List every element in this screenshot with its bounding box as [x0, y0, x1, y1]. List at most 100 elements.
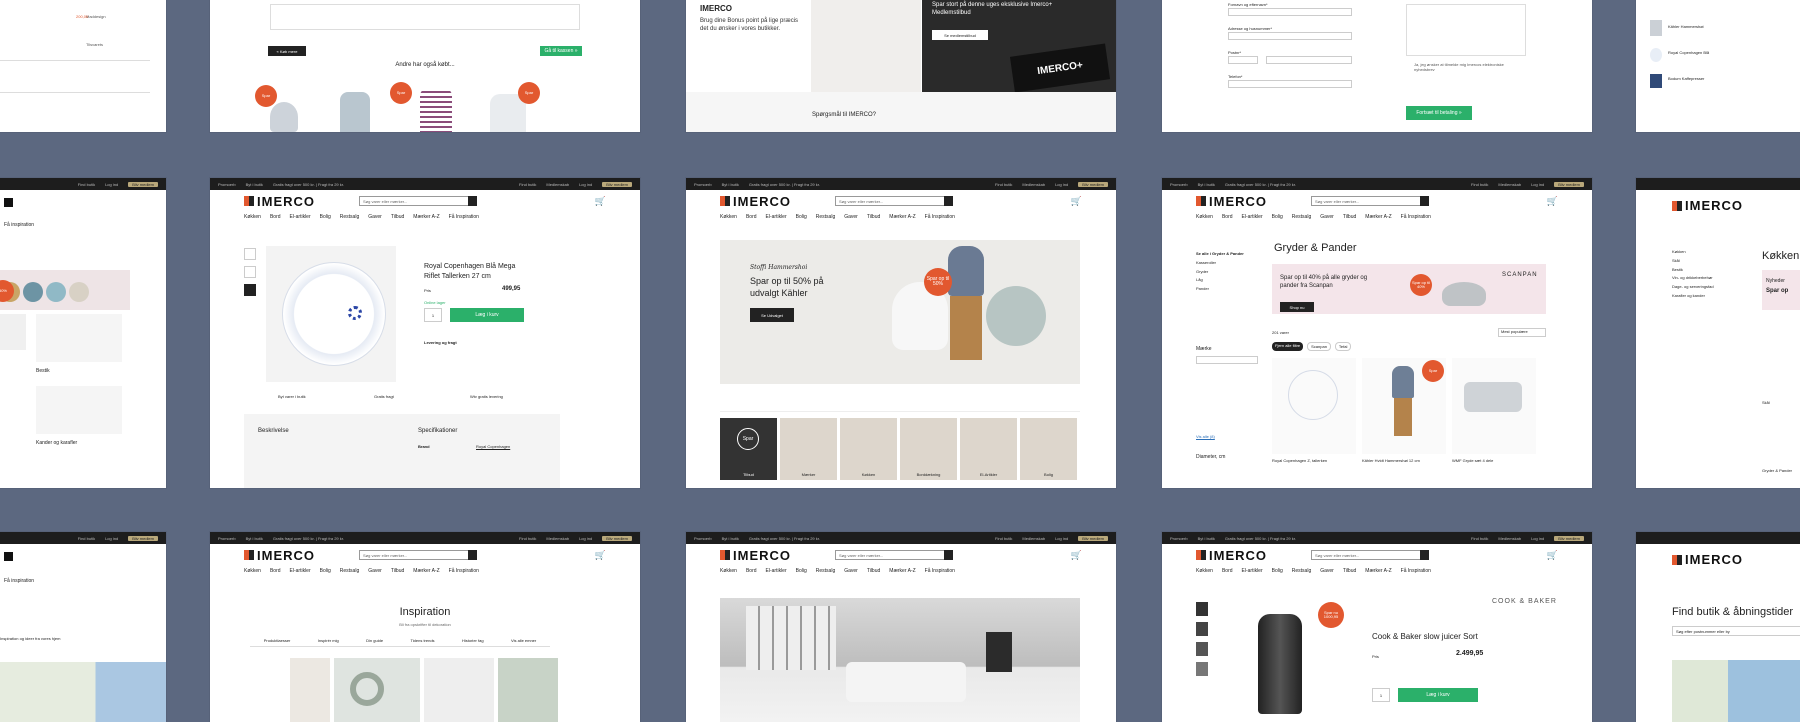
category-label[interactable]: Kander og karafler: [36, 440, 77, 446]
nav-item[interactable]: Få Inspiration: [449, 214, 479, 220]
nav-item[interactable]: Bolig: [320, 568, 331, 574]
tab[interactable]: Tidens trends: [410, 638, 434, 643]
nav-item[interactable]: Tilbud: [1343, 568, 1356, 574]
nav-item[interactable]: Mærker A-Z: [1365, 568, 1391, 574]
offer-button[interactable]: Se medlemstilbud: [932, 30, 988, 40]
banner-button[interactable]: Shop nu: [1280, 302, 1314, 312]
search-input[interactable]: Søg varer eller mærker...: [359, 196, 477, 206]
quantity-stepper[interactable]: 1: [1372, 688, 1390, 702]
category-tile[interactable]: Mærker: [780, 418, 837, 480]
nav-item[interactable]: Restsalg: [1292, 214, 1311, 220]
spec-value[interactable]: Royal Copenhagen: [476, 444, 510, 449]
nav-item[interactable]: Bord: [746, 214, 757, 220]
nav-item[interactable]: Bord: [1222, 568, 1233, 574]
nav-item[interactable]: Tilbud: [391, 568, 404, 574]
nav-item[interactable]: El-artikler: [290, 214, 311, 220]
tab[interactable]: Din guide: [366, 638, 383, 643]
product-name[interactable]: Kähler Hvidt Hammershøi 12 cm: [1362, 458, 1446, 463]
nav-item[interactable]: Tilbud: [867, 568, 880, 574]
side-nav-item[interactable]: Se alle i Gryder & Pander: [1196, 250, 1244, 259]
category-tile[interactable]: Spar Tilbud: [720, 418, 777, 480]
nav-item[interactable]: Køkken: [1196, 568, 1213, 574]
tab[interactable]: Historier fag: [462, 638, 484, 643]
nav-item[interactable]: Gaver: [368, 214, 382, 220]
checkout-button[interactable]: Gå til kassen »: [540, 46, 582, 56]
hero-button[interactable]: Se Udvalget: [750, 308, 794, 322]
nav-item[interactable]: El-artikler: [1242, 214, 1263, 220]
city-field[interactable]: [1266, 56, 1352, 64]
nav-item[interactable]: Gaver: [844, 568, 858, 574]
nav-item[interactable]: Bord: [746, 568, 757, 574]
add-to-cart-button[interactable]: Læg i kurv: [450, 308, 524, 322]
continue-button[interactable]: Fortsæt til betaling »: [1406, 106, 1472, 120]
category-label[interactable]: Skål: [1762, 400, 1770, 405]
tab[interactable]: Inspirér mig: [318, 638, 339, 643]
nav-item[interactable]: Få Inspiration: [449, 568, 479, 574]
nav-item[interactable]: Bolig: [796, 214, 807, 220]
nav-item[interactable]: El-artikler: [1242, 568, 1263, 574]
nav-item[interactable]: Bord: [1222, 214, 1233, 220]
search-icon[interactable]: [4, 552, 13, 561]
filter-chip[interactable]: Scanpan: [1307, 342, 1331, 351]
quantity-stepper[interactable]: 1: [424, 308, 442, 322]
map[interactable]: [1672, 660, 1800, 722]
nav-item[interactable]: Gaver: [1320, 568, 1334, 574]
nav-item[interactable]: Tilbud: [1343, 214, 1356, 220]
store-search-field[interactable]: Søg efter postnummer eller by: [1672, 626, 1800, 636]
product-name[interactable]: Royal Copenhagen Z, tallerken: [1272, 458, 1356, 463]
category-tile[interactable]: El-Artikler: [960, 418, 1017, 480]
side-nav-item[interactable]: Vin- og drikkeberbehør: [1672, 274, 1714, 283]
tab[interactable]: Produktlaesser: [264, 638, 291, 643]
nav-item[interactable]: Mærker A-Z: [413, 568, 439, 574]
side-nav-item[interactable]: Køkken: [1672, 248, 1714, 257]
nav-item[interactable]: Bolig: [320, 214, 331, 220]
address-field[interactable]: [1228, 32, 1352, 40]
brand-logo[interactable]: IMERCO: [1672, 552, 1743, 567]
side-nav-item[interactable]: Skål: [1672, 257, 1714, 266]
side-nav-item[interactable]: Dage- og serveringsfad: [1672, 283, 1714, 292]
sort-select[interactable]: Mest populære: [1498, 328, 1546, 337]
nav-item[interactable]: Køkken: [1196, 214, 1213, 220]
search-input[interactable]: Søg varer eller mærker...: [359, 550, 477, 560]
search-input[interactable]: Søg varer eller mærker...: [835, 196, 953, 206]
brand-logo[interactable]: IMERCO: [1196, 194, 1267, 209]
tab[interactable]: Vis alle emner: [511, 638, 536, 643]
brand-logo[interactable]: IMERCO: [720, 548, 791, 563]
filter-heading[interactable]: Mærke: [1196, 346, 1212, 352]
nav-item[interactable]: Bord: [270, 568, 281, 574]
nav-item[interactable]: El-artikler: [766, 214, 787, 220]
side-nav-item[interactable]: Bestik: [1672, 266, 1714, 275]
zip-field[interactable]: [1228, 56, 1258, 64]
cart-icon[interactable]: 🛒: [1071, 196, 1082, 207]
brand-logo[interactable]: IMERCO: [1196, 548, 1267, 563]
nav-item[interactable]: Mærker A-Z: [889, 568, 915, 574]
cart-icon[interactable]: 🛒: [1547, 550, 1558, 561]
nav-item[interactable]: Restsalg: [816, 214, 835, 220]
category-label[interactable]: Bestik: [36, 368, 50, 374]
nav-item[interactable]: Restsalg: [816, 568, 835, 574]
product-name[interactable]: WMF Gryde sæt 4 dele: [1452, 458, 1536, 463]
nav-item[interactable]: Restsalg: [1292, 568, 1311, 574]
nav-item[interactable]: Få Inspiration: [1401, 214, 1431, 220]
search-icon[interactable]: [4, 198, 13, 207]
cart-icon[interactable]: 🛒: [1071, 550, 1082, 561]
category-label[interactable]: Gryder & Pander: [1762, 468, 1792, 473]
side-nav-item[interactable]: Kasseroller: [1196, 259, 1244, 268]
nav-item[interactable]: Tilbud: [867, 214, 880, 220]
map[interactable]: [0, 662, 166, 722]
category-tile[interactable]: Borddækning: [900, 418, 957, 480]
nav-item[interactable]: Mærker A-Z: [889, 214, 915, 220]
nav-item[interactable]: Gaver: [844, 214, 858, 220]
nav-item[interactable]: Få Inspiration: [925, 568, 955, 574]
search-input[interactable]: Søg varer eller mærker...: [1311, 196, 1429, 206]
category-tile[interactable]: Bolig: [1020, 418, 1077, 480]
nav-item[interactable]: Restsalg: [340, 568, 359, 574]
nav-item[interactable]: Bolig: [796, 568, 807, 574]
filter-chip[interactable]: Tefal: [1334, 342, 1352, 351]
nav-item[interactable]: Få Inspiration: [1401, 568, 1431, 574]
brand-logo[interactable]: IMERCO: [720, 194, 791, 209]
nav-item[interactable]: El-artikler: [290, 568, 311, 574]
nav-item[interactable]: Køkken: [244, 568, 261, 574]
nav-item[interactable]: Gaver: [368, 568, 382, 574]
nav-item[interactable]: Køkken: [720, 568, 737, 574]
